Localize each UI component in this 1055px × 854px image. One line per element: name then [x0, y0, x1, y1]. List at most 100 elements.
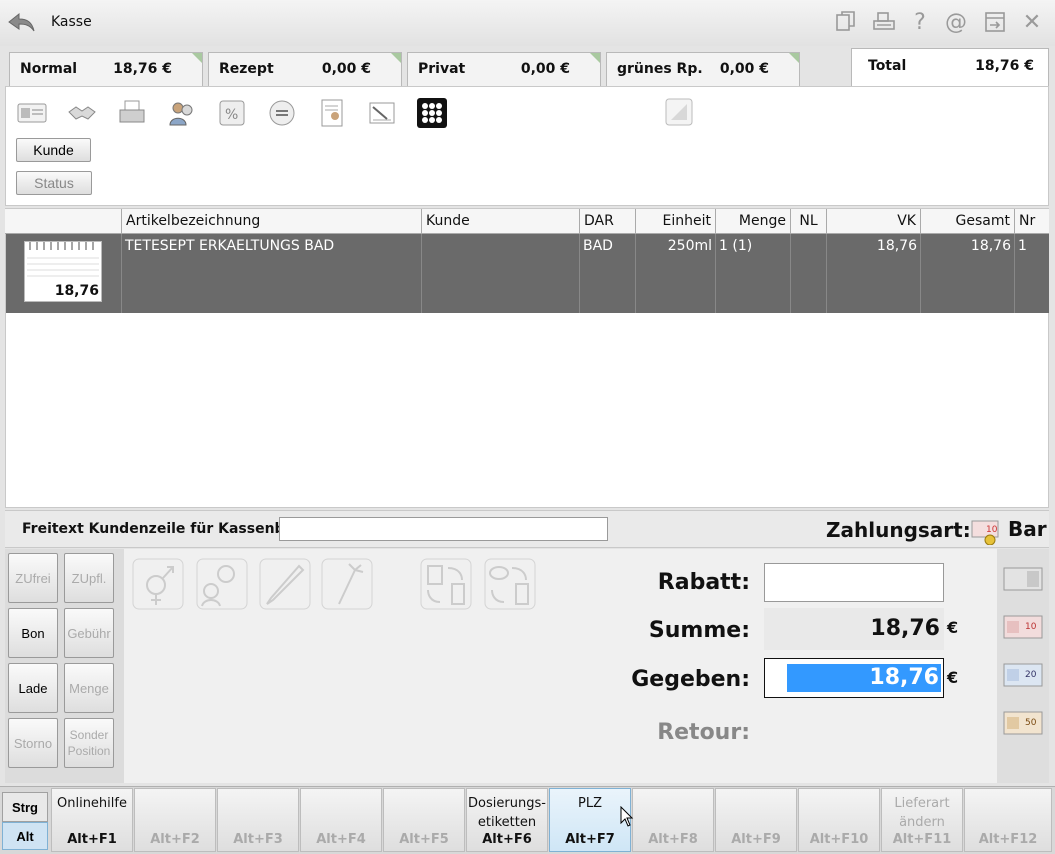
at-icon[interactable]: @ — [943, 10, 969, 36]
svg-text:%: % — [225, 107, 238, 123]
column-header-nl[interactable]: NL — [790, 209, 826, 234]
fkey-dosierungsetiketten[interactable]: Dosierungs- etiketten Alt+F6 — [466, 788, 548, 852]
lade-button[interactable]: Lade — [8, 663, 58, 713]
fkey-label: PLZ — [578, 796, 602, 811]
svg-text:10: 10 — [986, 525, 998, 535]
pill-exchange-icon[interactable] — [484, 558, 536, 610]
fkey-plz[interactable]: PLZ Alt+F7 — [549, 788, 631, 852]
tab-normal[interactable]: Normal 18,76 € — [9, 52, 203, 86]
column-header-kunde[interactable]: Kunde — [421, 209, 579, 234]
rabatt-label: Rabatt: — [657, 570, 750, 595]
thermometer-icon[interactable] — [259, 558, 311, 610]
payment-type-label: Zahlungsart: — [826, 518, 971, 542]
summe-value: 18,76 — [870, 616, 940, 641]
customer-card-icon[interactable] — [17, 98, 47, 128]
column-header-vk[interactable]: VK — [826, 209, 920, 234]
back-arrow-icon[interactable] — [6, 9, 36, 35]
tab-corner-icon — [192, 53, 202, 63]
fkey-f5[interactable]: Alt+F5 — [383, 788, 465, 852]
fkey-label: Lieferart ändern — [894, 796, 950, 830]
dots-grid-icon[interactable] — [417, 98, 447, 128]
fkey-shortcut: Alt+F10 — [809, 832, 869, 847]
zupfl-button[interactable]: ZUpfl. — [64, 553, 114, 603]
storno-button[interactable]: Storno — [8, 718, 58, 768]
gender-icon[interactable] — [132, 558, 184, 610]
tab-gruenes-rezept[interactable]: grünes Rp. 0,00 € — [606, 52, 800, 86]
column-header-dar[interactable]: DAR — [579, 209, 635, 234]
customer-group-icon[interactable] — [167, 98, 197, 128]
tab-corner-icon — [789, 53, 799, 63]
cell-nr: 1 — [1014, 234, 1049, 313]
fkey-onlinehilfe[interactable]: Onlinehilfe Alt+F1 — [51, 788, 133, 852]
svg-text:50: 50 — [1025, 718, 1037, 728]
window-exit-icon[interactable] — [982, 10, 1008, 36]
euro-10-note-icon[interactable]: 10 — [1003, 615, 1043, 639]
fkey-f9[interactable]: Alt+F9 — [715, 788, 797, 852]
summe-field: 18,76 — [764, 608, 944, 650]
sonder-position-button[interactable]: Sonder Position — [64, 718, 114, 768]
gegeben-input[interactable]: 18,76 — [764, 658, 944, 698]
fkey-f4[interactable]: Alt+F4 — [300, 788, 382, 852]
bon-button[interactable]: Bon — [8, 608, 58, 658]
alt-modifier-button[interactable]: Alt — [2, 822, 48, 850]
tab-label: Total — [868, 58, 907, 74]
rabatt-input[interactable] — [764, 563, 944, 602]
tab-label: Rezept — [219, 61, 274, 77]
fkey-f3[interactable]: Alt+F3 — [217, 788, 299, 852]
tab-value: 18,76 € — [113, 61, 172, 77]
tab-label: Privat — [418, 61, 466, 77]
dandelion-icon[interactable] — [321, 558, 373, 610]
kunde-button[interactable]: Kunde — [16, 138, 91, 162]
column-header-gesamt[interactable]: Gesamt — [920, 209, 1014, 234]
status-button[interactable]: Status — [16, 171, 92, 195]
fkey-shortcut: Alt+F4 — [316, 832, 366, 847]
medication-exchange-icon[interactable] — [420, 558, 472, 610]
column-header-artikel[interactable]: Artikelbezeichnung — [121, 209, 421, 234]
euro-50-note-icon[interactable]: 50 — [1003, 711, 1043, 735]
fkey-f10[interactable]: Alt+F10 — [798, 788, 880, 852]
toggle-square-icon[interactable] — [665, 98, 695, 128]
menge-button[interactable]: Menge — [64, 663, 114, 713]
edit-document-icon[interactable] — [367, 98, 397, 128]
freetext-input[interactable] — [279, 517, 608, 541]
gebuehr-button[interactable]: Gebühr — [64, 608, 114, 658]
cell-nl — [790, 234, 826, 313]
tab-rezept[interactable]: Rezept 0,00 € — [208, 52, 402, 86]
cell-artikel: TETESEPT ERKAELTUNGS BAD — [121, 234, 421, 313]
strg-modifier-button[interactable]: Strg — [2, 792, 48, 822]
fax-printer-icon[interactable] — [117, 98, 147, 128]
fkey-shortcut: Alt+F9 — [731, 832, 781, 847]
tab-total[interactable]: Total 18,76 € — [851, 48, 1049, 88]
fkey-label: Onlinehilfe — [57, 796, 127, 811]
fkey-lieferart-aendern[interactable]: Lieferart ändern Alt+F11 — [881, 788, 963, 852]
contact-sheet-icon[interactable] — [317, 98, 347, 128]
tab-value: 0,00 € — [719, 61, 769, 77]
handshake-icon[interactable] — [67, 98, 97, 128]
euro-5-note-icon[interactable] — [1003, 567, 1043, 591]
discount-percent-icon[interactable]: % — [217, 98, 247, 128]
fkey-f2[interactable]: Alt+F2 — [134, 788, 216, 852]
mouse-cursor-icon — [620, 805, 634, 828]
tab-privat[interactable]: Privat 0,00 € — [407, 52, 601, 86]
fkey-f12[interactable]: Alt+F12 — [964, 788, 1052, 852]
gegeben-currency: € — [947, 668, 959, 687]
column-header-menge[interactable]: Menge — [715, 209, 790, 234]
zufrei-button[interactable]: ZUfrei — [8, 553, 58, 603]
column-header-einheit[interactable]: Einheit — [635, 209, 715, 234]
fkey-shortcut: Alt+F11 — [892, 832, 952, 847]
family-icon[interactable] — [196, 558, 248, 610]
customer-panel — [5, 86, 1049, 206]
tab-value: 0,00 € — [520, 61, 570, 77]
column-header-nr[interactable]: Nr — [1014, 209, 1049, 234]
printer-icon[interactable] — [871, 10, 897, 36]
fkey-f8[interactable]: Alt+F8 — [632, 788, 714, 852]
close-icon[interactable]: ✕ — [1019, 10, 1045, 36]
euro-20-note-icon[interactable]: 20 — [1003, 663, 1043, 687]
cash-payment-icon[interactable]: 10 — [970, 519, 1002, 546]
tab-corner-icon — [391, 53, 401, 63]
document-copy-icon[interactable] — [833, 10, 859, 36]
freetext-label: Freitext Kundenzeile für Kassenbon: — [22, 521, 310, 537]
help-icon[interactable]: ? — [907, 10, 933, 36]
fkey-shortcut: Alt+F5 — [399, 832, 449, 847]
settings-badge-icon[interactable] — [267, 98, 297, 128]
